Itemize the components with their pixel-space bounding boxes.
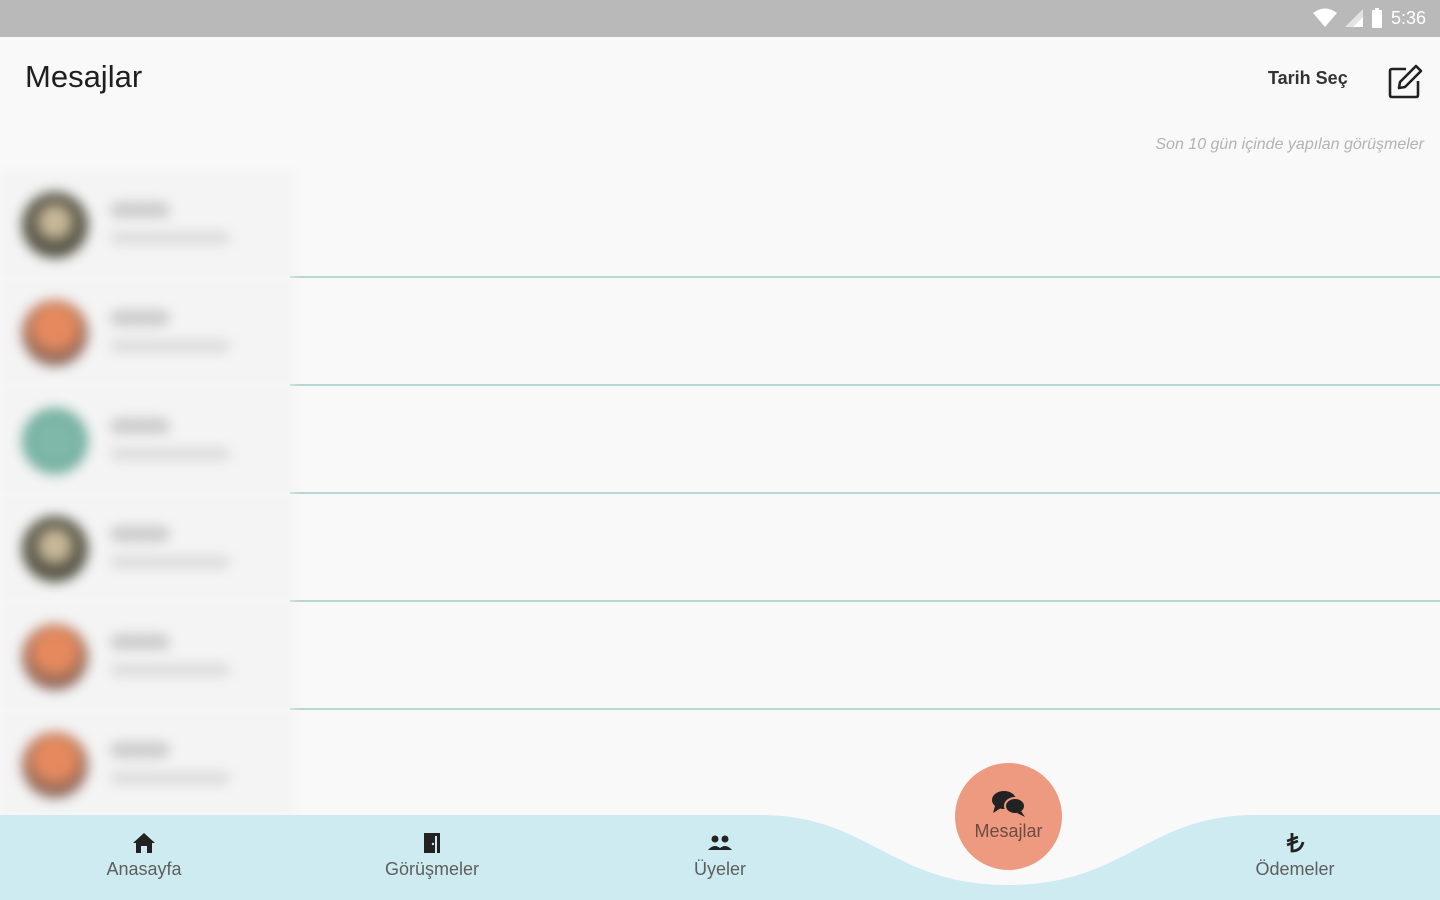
conversation-item[interactable] xyxy=(0,386,1440,494)
avatar xyxy=(22,624,88,690)
avatar xyxy=(22,192,88,258)
avatar xyxy=(22,516,88,582)
message-preview-blurred xyxy=(110,772,230,784)
conversation-item[interactable] xyxy=(0,602,1440,710)
lira-icon xyxy=(1286,833,1305,853)
compose-icon xyxy=(1388,64,1423,99)
nav-label: Ödemeler xyxy=(1255,859,1335,879)
nav-label: Mesajlar xyxy=(974,821,1043,841)
app-bar: Mesajlar Tarih Seç xyxy=(0,37,1440,117)
conversation-list xyxy=(0,170,1440,818)
nav-item-mesajlar-active[interactable]: Mesajlar xyxy=(955,763,1062,870)
door-icon xyxy=(424,833,440,853)
nav-item-anasayfa[interactable]: Anasayfa xyxy=(44,831,244,880)
avatar xyxy=(22,300,88,366)
status-icons: 5:36 xyxy=(1312,6,1426,30)
nav-item-odemeler[interactable]: Ödemeler xyxy=(1195,831,1395,880)
conversation-item[interactable] xyxy=(0,170,1440,278)
nav-item-uyeler[interactable]: Üyeler xyxy=(620,831,820,880)
contact-name-blurred xyxy=(110,310,170,326)
date-picker-button[interactable]: Tarih Seç xyxy=(1268,68,1348,89)
contact-name-blurred xyxy=(110,526,170,542)
battery-icon xyxy=(1371,8,1382,28)
message-preview-blurred xyxy=(110,340,230,352)
bottom-navigation: Anasayfa Görüşmeler Üyeler Ödemeler xyxy=(0,815,1440,900)
avatar xyxy=(22,408,88,474)
nav-label: Üyeler xyxy=(693,859,746,879)
contact-name-blurred xyxy=(110,202,170,218)
home-icon xyxy=(133,833,155,853)
page-title: Mesajlar xyxy=(25,59,143,94)
chat-icon xyxy=(992,791,1026,817)
conversation-item[interactable] xyxy=(0,278,1440,386)
nav-label: Görüşmeler xyxy=(384,859,480,879)
compose-button[interactable] xyxy=(1386,63,1424,101)
conversation-item[interactable] xyxy=(0,710,1440,818)
message-preview-blurred xyxy=(110,556,230,568)
nav-label: Anasayfa xyxy=(106,859,182,879)
message-preview-blurred xyxy=(110,664,230,676)
avatar xyxy=(22,732,88,798)
message-preview-blurred xyxy=(110,232,230,244)
message-preview-blurred xyxy=(110,448,230,460)
users-icon xyxy=(708,835,732,850)
nav-item-gorusmeler[interactable]: Görüşmeler xyxy=(332,831,532,880)
status-bar: 5:36 xyxy=(0,0,1440,37)
conversation-item[interactable] xyxy=(0,494,1440,602)
contact-name-blurred xyxy=(110,634,170,650)
contact-name-blurred xyxy=(110,418,170,434)
list-subtitle: Son 10 gün içinde yapılan görüşmeler xyxy=(1155,136,1424,153)
wifi-icon xyxy=(1312,8,1337,27)
signal-icon xyxy=(1344,9,1363,27)
status-time: 5:36 xyxy=(1390,7,1426,28)
contact-name-blurred xyxy=(110,742,170,758)
